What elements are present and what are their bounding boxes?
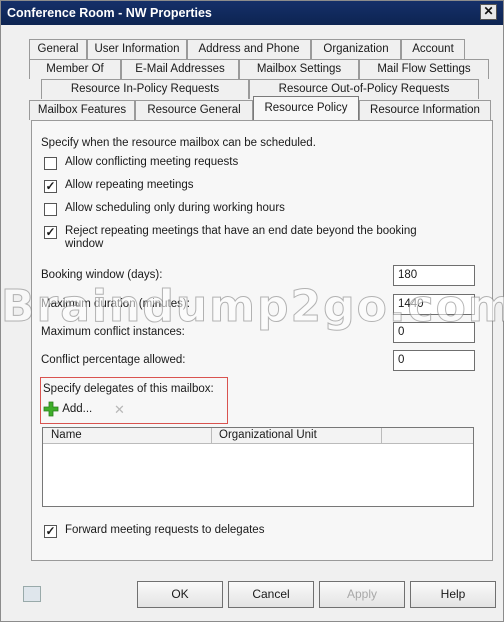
allow-conflicting-checkbox[interactable]: [44, 157, 57, 170]
tab-general[interactable]: General: [29, 39, 87, 59]
close-button[interactable]: ✕: [480, 4, 497, 20]
allow-conflicting-label: Allow conflicting meeting requests: [65, 156, 239, 168]
properties-dialog: Conference Room - NW Properties ✕ Genera…: [0, 0, 504, 622]
resource-policy-panel: Specify when the resource mailbox can be…: [31, 120, 493, 561]
add-delegate-button[interactable]: Add...: [43, 401, 92, 421]
remove-delegate-icon[interactable]: ✕: [114, 402, 125, 418]
delegates-list[interactable]: Name Organizational Unit: [42, 427, 474, 507]
booking-window-field[interactable]: 180: [393, 265, 475, 286]
title-bar: Conference Room - NW Properties ✕: [1, 1, 503, 25]
delegates-heading: Specify delegates of this mailbox:: [43, 383, 214, 395]
tab-mail-flow-settings[interactable]: Mail Flow Settings: [359, 59, 489, 79]
tab-member-of[interactable]: Member Of: [29, 59, 121, 79]
window-title: Conference Room - NW Properties: [7, 6, 212, 20]
scheduling-intro-label: Specify when the resource mailbox can be…: [41, 137, 316, 149]
tab-row-2: Member Of E-Mail Addresses Mailbox Setti…: [29, 59, 489, 79]
delegates-list-header: Name Organizational Unit: [43, 428, 473, 444]
allow-repeating-label: Allow repeating meetings: [65, 179, 194, 191]
maximum-conflict-field[interactable]: 0: [393, 322, 475, 343]
tab-organization[interactable]: Organization: [311, 39, 401, 59]
booking-window-label: Booking window (days):: [41, 269, 163, 281]
properties-page-icon: [23, 586, 41, 602]
forward-to-delegates-label: Forward meeting requests to delegates: [65, 524, 265, 536]
forward-to-delegates-checkbox[interactable]: ✓: [44, 525, 57, 538]
column-divider: [381, 428, 382, 444]
reject-repeating-label-cont: window: [65, 238, 104, 250]
apply-button[interactable]: Apply: [319, 581, 405, 608]
column-divider: [211, 428, 212, 444]
working-hours-only-label: Allow scheduling only during working hou…: [65, 202, 285, 214]
tab-mailbox-features[interactable]: Mailbox Features: [29, 100, 135, 120]
maximum-duration-field[interactable]: 1440: [393, 294, 475, 315]
cancel-button[interactable]: Cancel: [228, 581, 314, 608]
add-delegate-label: Add...: [62, 403, 93, 415]
tab-resource-information[interactable]: Resource Information: [359, 100, 491, 120]
tab-resource-in-policy-requests[interactable]: Resource In-Policy Requests: [41, 79, 249, 99]
maximum-conflict-label: Maximum conflict instances:: [41, 326, 185, 338]
column-header-name[interactable]: Name: [51, 429, 82, 441]
tab-resource-general[interactable]: Resource General: [135, 100, 253, 120]
tab-user-information[interactable]: User Information: [87, 39, 187, 59]
tab-resource-policy[interactable]: Resource Policy: [253, 96, 359, 120]
help-button[interactable]: Help: [410, 581, 496, 608]
tab-email-addresses[interactable]: E-Mail Addresses: [121, 59, 239, 79]
column-header-organizational-unit[interactable]: Organizational Unit: [219, 429, 317, 441]
tab-account[interactable]: Account: [401, 39, 465, 59]
conflict-percentage-label: Conflict percentage allowed:: [41, 354, 186, 366]
tab-address-and-phone[interactable]: Address and Phone: [187, 39, 311, 59]
tab-mailbox-settings[interactable]: Mailbox Settings: [239, 59, 359, 79]
add-icon: [43, 401, 59, 417]
maximum-duration-label: Maximum duration (minutes):: [41, 298, 190, 310]
ok-button[interactable]: OK: [137, 581, 223, 608]
reject-repeating-label: Reject repeating meetings that have an e…: [65, 225, 417, 237]
working-hours-only-checkbox[interactable]: [44, 203, 57, 216]
reject-repeating-checkbox[interactable]: ✓: [44, 226, 57, 239]
tab-row-1: General User Information Address and Pho…: [29, 39, 465, 59]
tab-row-4: Mailbox Features Resource General Resour…: [29, 96, 491, 120]
allow-repeating-checkbox[interactable]: ✓: [44, 180, 57, 193]
conflict-percentage-field[interactable]: 0: [393, 350, 475, 371]
